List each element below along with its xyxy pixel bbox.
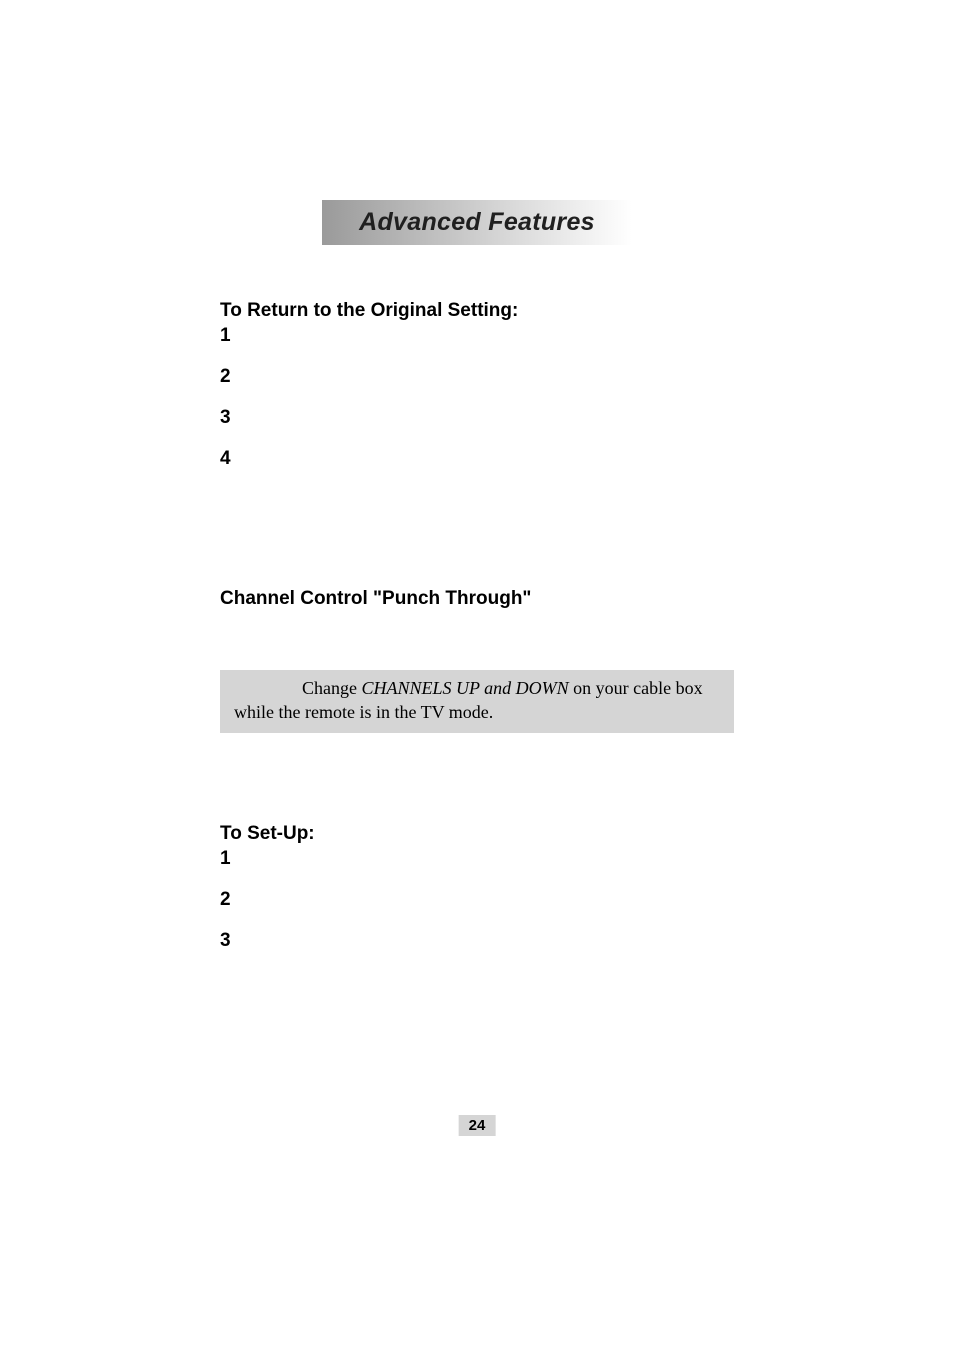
- section-heading-setup: To Set-Up:: [220, 823, 734, 845]
- callout-italic: CHANNELS UP and DOWN: [361, 678, 568, 698]
- step-number: 1: [220, 326, 734, 345]
- page-title: Advanced Features: [359, 208, 595, 237]
- step-number: 2: [220, 890, 734, 909]
- callout-box: Change CHANNELS UP and DOWN on your cabl…: [220, 670, 734, 733]
- step-number: 4: [220, 449, 734, 468]
- title-banner: Advanced Features: [322, 200, 632, 245]
- step-number: 3: [220, 931, 734, 950]
- document-page: Advanced Features To Return to the Origi…: [0, 0, 954, 1351]
- step-number: 2: [220, 367, 734, 386]
- section-setup: To Set-Up: 1 2 3: [220, 823, 734, 950]
- section-heading-punch-through: Channel Control "Punch Through": [220, 588, 734, 610]
- section-return-original: To Return to the Original Setting: 1 2 3…: [220, 300, 734, 468]
- section-punch-through: Channel Control "Punch Through" Change C…: [220, 588, 734, 733]
- section-heading-return: To Return to the Original Setting:: [220, 300, 734, 322]
- callout-lead: Change: [302, 678, 361, 698]
- page-number: 24: [459, 1115, 496, 1136]
- step-number: 3: [220, 408, 734, 427]
- step-number: 1: [220, 849, 734, 868]
